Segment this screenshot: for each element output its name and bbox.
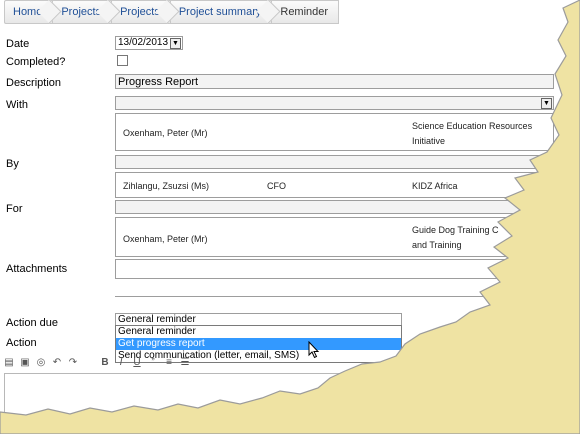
torn-paper-shape bbox=[0, 0, 580, 434]
torn-paper-overlay bbox=[0, 0, 580, 434]
